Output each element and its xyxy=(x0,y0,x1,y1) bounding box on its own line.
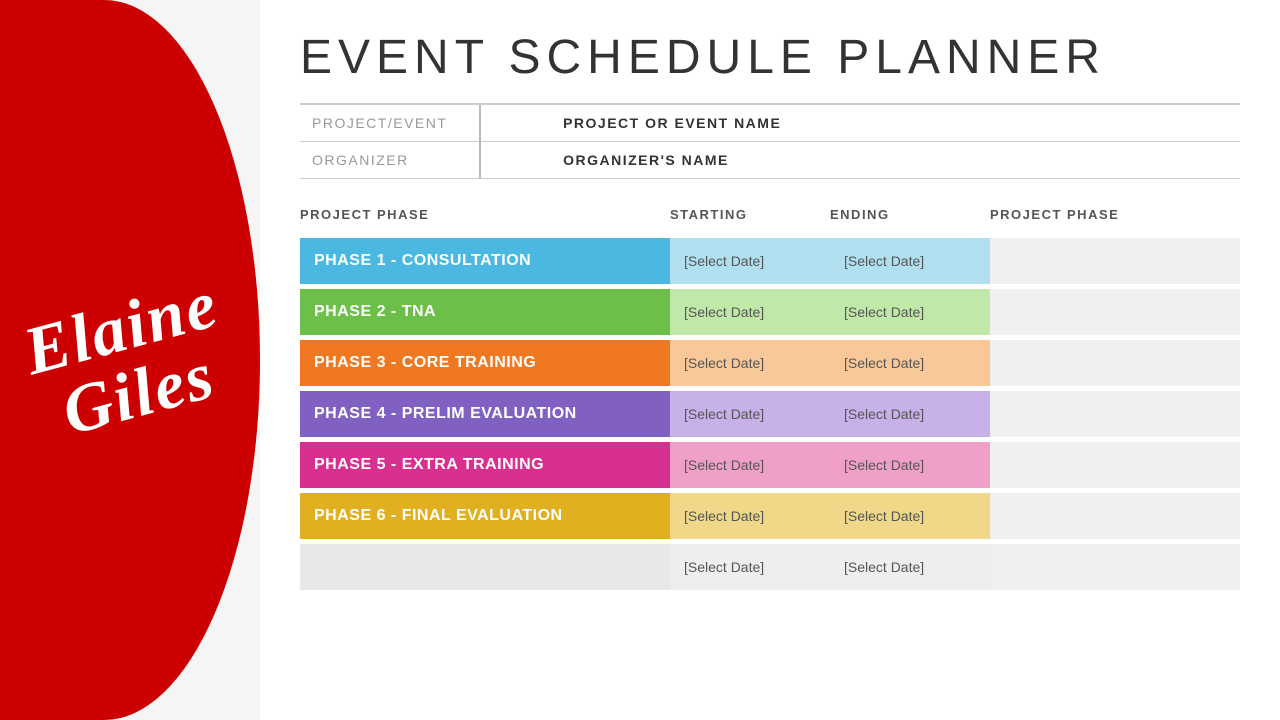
col-header-phase: PROJECT PHASE xyxy=(300,207,670,222)
sidebar: Elaine Giles xyxy=(0,0,260,720)
phase-starting-date[interactable]: [Select Date] xyxy=(670,442,830,488)
table-row: PHASE 4 - PRELIM EVALUATION [Select Date… xyxy=(300,391,1240,437)
phase-extra-col xyxy=(990,544,1240,590)
phase-label xyxy=(300,544,670,590)
phase-extra-col xyxy=(990,289,1240,335)
phase-starting-date[interactable]: [Select Date] xyxy=(670,544,830,590)
phase-rows-container: PHASE 1 - CONSULTATION [Select Date] [Se… xyxy=(300,238,1240,590)
table-row: PHASE 3 - CORE TRAINING [Select Date] [S… xyxy=(300,340,1240,386)
phase-ending-date[interactable]: [Select Date] xyxy=(830,493,990,539)
phase-ending-date[interactable]: [Select Date] xyxy=(830,340,990,386)
phase-extra-col xyxy=(990,238,1240,284)
phase-starting-date[interactable]: [Select Date] xyxy=(670,493,830,539)
phase-ending-date[interactable]: [Select Date] xyxy=(830,391,990,437)
phase-starting-date[interactable]: [Select Date] xyxy=(670,289,830,335)
phase-label: PHASE 2 - TNA xyxy=(300,289,670,335)
phase-starting-date[interactable]: [Select Date] xyxy=(670,391,830,437)
info-table: PROJECT/EVENT PROJECT OR EVENT NAME ORGA… xyxy=(300,105,1240,179)
phase-label: PHASE 6 - FINAL EVALUATION xyxy=(300,493,670,539)
phase-label: PHASE 1 - CONSULTATION xyxy=(300,238,670,284)
table-row: PHASE 6 - FINAL EVALUATION [Select Date]… xyxy=(300,493,1240,539)
page-title: EVENT SCHEDULE PLANNER xyxy=(300,30,1240,85)
schedule-header: PROJECT PHASE STARTING ENDING PROJECT PH… xyxy=(300,199,1240,230)
phase-label: PHASE 4 - PRELIM EVALUATION xyxy=(300,391,670,437)
phase-starting-date[interactable]: [Select Date] xyxy=(670,340,830,386)
col-header-extra: PROJECT PHASE xyxy=(990,207,1240,222)
info-row-project: PROJECT/EVENT PROJECT OR EVENT NAME xyxy=(300,105,1240,142)
phase-label: PHASE 5 - EXTRA TRAINING xyxy=(300,442,670,488)
brand-name: Elaine Giles xyxy=(17,269,243,451)
phase-label: PHASE 3 - CORE TRAINING xyxy=(300,340,670,386)
phase-ending-date[interactable]: [Select Date] xyxy=(830,544,990,590)
table-row: [Select Date] [Select Date] xyxy=(300,544,1240,590)
table-row: PHASE 5 - EXTRA TRAINING [Select Date] [… xyxy=(300,442,1240,488)
phase-extra-col xyxy=(990,391,1240,437)
phase-ending-date[interactable]: [Select Date] xyxy=(830,289,990,335)
project-label: PROJECT/EVENT xyxy=(300,105,480,142)
phase-starting-date[interactable]: [Select Date] xyxy=(670,238,830,284)
col-header-ending: ENDING xyxy=(830,207,990,222)
main-content: EVENT SCHEDULE PLANNER PROJECT/EVENT PRO… xyxy=(260,0,1280,720)
phase-extra-col xyxy=(990,493,1240,539)
organizer-value[interactable]: ORGANIZER'S NAME xyxy=(551,142,1240,179)
phase-ending-date[interactable]: [Select Date] xyxy=(830,238,990,284)
table-row: PHASE 2 - TNA [Select Date] [Select Date… xyxy=(300,289,1240,335)
col-header-starting: STARTING xyxy=(670,207,830,222)
phase-extra-col xyxy=(990,340,1240,386)
organizer-label: ORGANIZER xyxy=(300,142,480,179)
phase-extra-col xyxy=(990,442,1240,488)
table-row: PHASE 1 - CONSULTATION [Select Date] [Se… xyxy=(300,238,1240,284)
project-value[interactable]: PROJECT OR EVENT NAME xyxy=(551,105,1240,142)
phase-ending-date[interactable]: [Select Date] xyxy=(830,442,990,488)
info-row-organizer: ORGANIZER ORGANIZER'S NAME xyxy=(300,142,1240,179)
schedule-section: PROJECT PHASE STARTING ENDING PROJECT PH… xyxy=(300,199,1240,590)
